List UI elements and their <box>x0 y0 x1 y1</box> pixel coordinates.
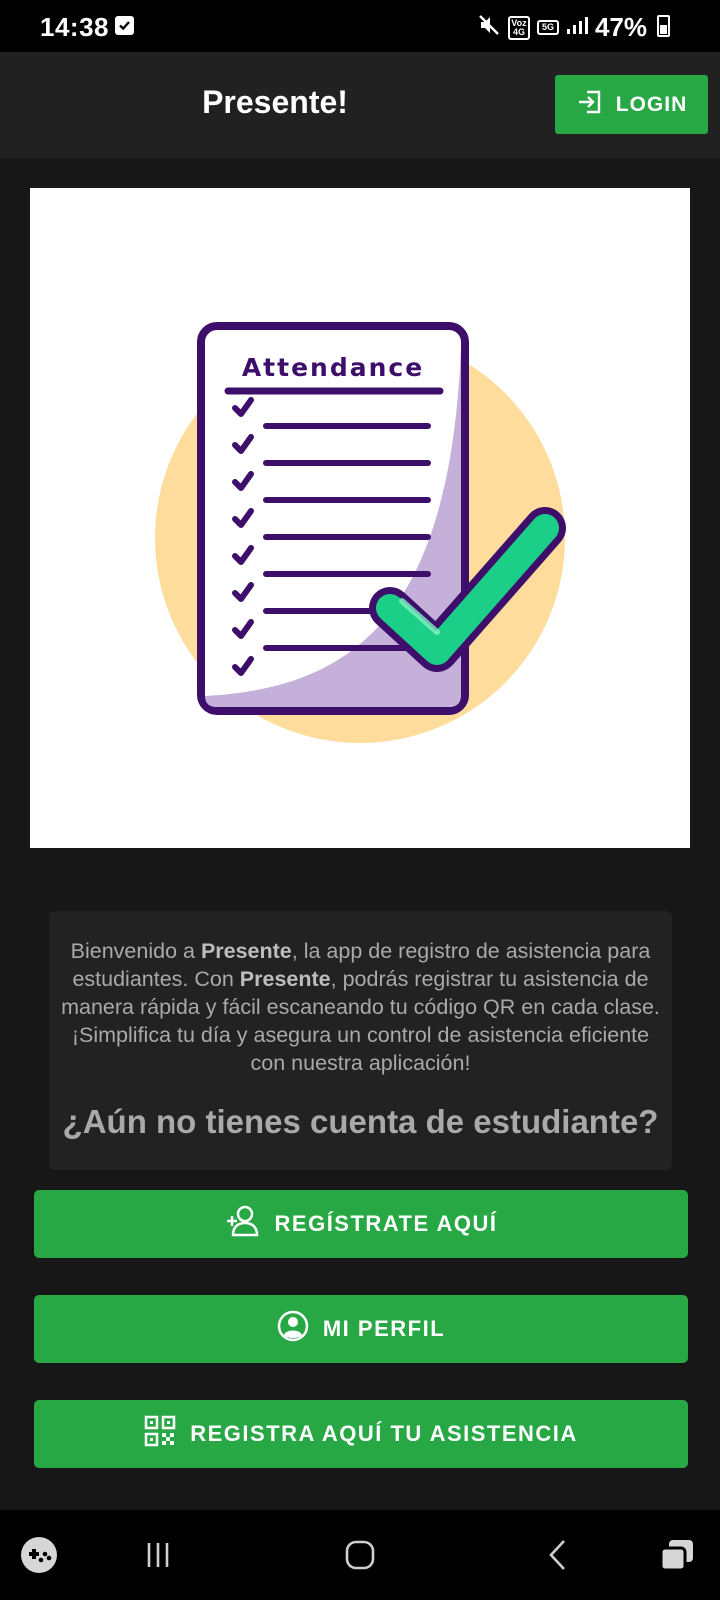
login-icon <box>576 88 604 122</box>
login-label: LOGIN <box>615 92 688 116</box>
status-bar: 14:38 Voz 4G 5G 47% <box>0 0 720 52</box>
profile-label: MI PERFIL <box>322 1316 446 1341</box>
welcome-text: Bienvenido a Presente, la app de registr… <box>61 937 660 1077</box>
battery-percent: 47% <box>594 12 647 42</box>
muted-icon <box>477 13 501 42</box>
add-user-icon <box>225 1204 261 1244</box>
status-time: 14:38 <box>40 12 109 42</box>
welcome-card: Bienvenido a Presente, la app de registr… <box>49 911 672 1170</box>
qr-code-icon <box>144 1415 176 1453</box>
login-button[interactable]: LOGIN <box>555 75 708 134</box>
attendance-checklist-illustration: Attendance <box>155 322 566 743</box>
battery-icon <box>657 15 670 37</box>
signal-icon <box>566 15 588 40</box>
register-label: REGÍSTRATE AQUÍ <box>274 1211 498 1236</box>
recent-apps-button[interactable] <box>130 1510 186 1600</box>
status-icons: Voz 4G 5G 47% <box>477 12 672 43</box>
hero-image: Attendance <box>30 188 690 848</box>
game-launcher-icon[interactable] <box>14 1510 64 1600</box>
illustration-heading: Attendance <box>242 353 424 382</box>
home-button[interactable] <box>330 1510 390 1600</box>
multi-window-icon[interactable] <box>652 1510 702 1600</box>
account-question: ¿Aún no tienes cuenta de estudiante? <box>62 1103 659 1140</box>
welcome-app-name: Presente <box>239 967 331 991</box>
register-attendance-button[interactable]: REGISTRA AQUÍ TU ASISTENCIA <box>34 1400 688 1468</box>
app-bar: Presente! LOGIN <box>0 52 720 158</box>
volte-icon: Voz 4G <box>507 15 530 40</box>
user-circle-icon <box>277 1310 309 1348</box>
register-button[interactable]: REGÍSTRATE AQUÍ <box>34 1190 688 1258</box>
system-navigation-bar <box>0 1510 720 1600</box>
app-title: Presente! <box>202 84 348 120</box>
5g-icon: 5G <box>536 20 559 35</box>
welcome-app-name: Presente <box>200 939 292 963</box>
checkbox-notification-icon <box>115 16 134 35</box>
attendance-label: REGISTRA AQUÍ TU ASISTENCIA <box>190 1421 578 1446</box>
welcome-text-part: Bienvenido a <box>70 939 201 963</box>
profile-button[interactable]: MI PERFIL <box>34 1295 688 1363</box>
back-button[interactable] <box>530 1510 586 1600</box>
